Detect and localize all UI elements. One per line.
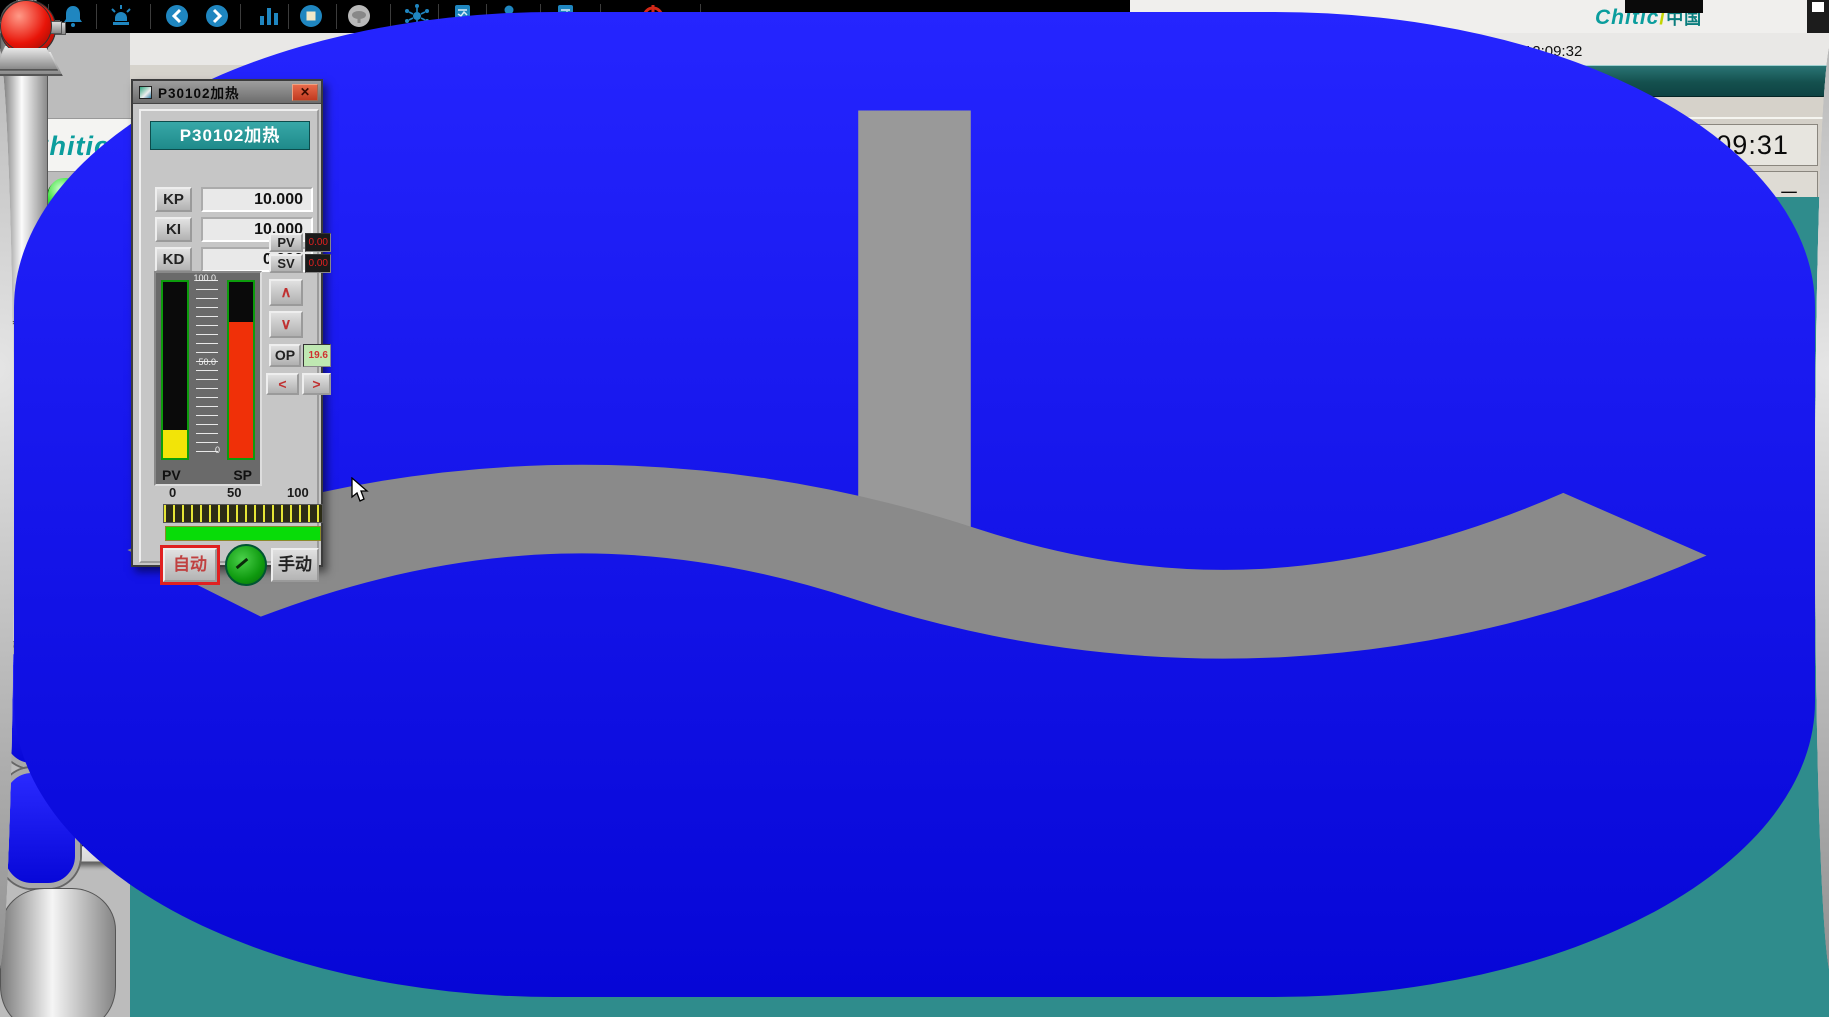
dialog-body: P30102加热 KP10.000KI10.000KD0.000 100.0 5… (139, 109, 319, 563)
op-ruler (163, 504, 323, 523)
scada-screen: Chitic/中国 用户名：工程师 当前时间：2021-04-26 12:09:… (0, 0, 1829, 1017)
mouse-cursor (350, 477, 372, 503)
sv-label: SV (269, 254, 303, 273)
pv-bar (161, 280, 189, 460)
op-position-bar[interactable] (165, 526, 321, 541)
pv-label: PV (269, 233, 303, 252)
op-left-button[interactable]: < (266, 373, 299, 395)
mode-knob[interactable] (225, 544, 267, 586)
sv-value: 0.00 (305, 254, 331, 273)
close-icon[interactable]: ✕ (292, 84, 318, 101)
manual-mode-button[interactable]: 手动 (271, 548, 319, 582)
dialog-title-bar[interactable]: P30102加热 ✕ (133, 81, 321, 104)
dialog-icon (139, 86, 152, 99)
dialog-title: P30102加热 (158, 82, 292, 102)
pv-sp-bargraph: 100.0 50.0 0 PV SP (154, 271, 262, 486)
pid-kp-value[interactable]: 10.000 (201, 187, 313, 212)
pid-faceplate-dialog[interactable]: P30102加热 ✕ P30102加热 KP10.000KI10.000KD0.… (131, 79, 323, 567)
pid-kp-label: KP (155, 187, 192, 212)
reactor-R30101[interactable] (0, 888, 116, 1017)
sp-bar (227, 280, 255, 460)
pump-body (0, 0, 52, 52)
auto-mode-button[interactable]: 自动 (163, 548, 217, 582)
pv-value: 0.00 (305, 233, 331, 252)
op-right-button[interactable]: > (302, 373, 331, 395)
op-label: OP (269, 344, 301, 367)
faceplate-header: P30102加热 (150, 121, 310, 150)
decrement-button[interactable]: ∨ (269, 311, 303, 338)
pid-ki-label: KI (155, 217, 192, 242)
op-value: 19.6 (303, 344, 331, 367)
bar-scale (196, 280, 218, 460)
increment-button[interactable]: ∧ (269, 279, 303, 306)
pid-kd-label: KD (155, 247, 192, 272)
